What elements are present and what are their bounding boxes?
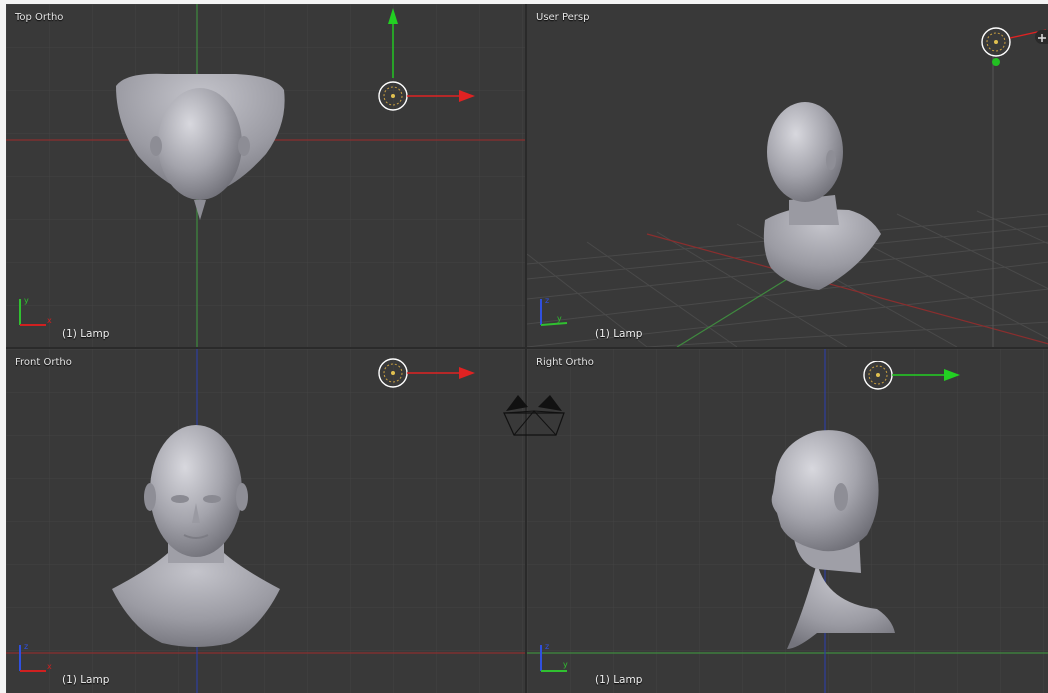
axis-gizmo: y x: [19, 296, 52, 326]
y-manipulator-arrow[interactable]: [385, 8, 401, 84]
head-mesh-front[interactable]: [110, 423, 282, 653]
viewport-right-ortho[interactable]: z y Right Ortho (1) Lamp: [527, 349, 1048, 693]
active-object-label: (1) Lamp: [62, 674, 110, 686]
viewport-title: Front Ortho: [15, 357, 72, 368]
camera-object[interactable]: [500, 389, 566, 439]
active-object-label: (1) Lamp: [595, 674, 643, 686]
svg-text:z: z: [545, 642, 549, 651]
viewport-title: Top Ortho: [15, 12, 64, 23]
lamp-manipulator[interactable]: [862, 360, 972, 401]
viewport-title: User Persp: [536, 12, 590, 23]
viewport-frame: y x Top Ortho (1) Lamp z y User Persp (1…: [6, 4, 1048, 693]
lamp-manipulator[interactable]: [377, 355, 487, 395]
viewport-front-ortho[interactable]: z x Front Ortho (1) Lamp: [6, 349, 525, 693]
viewport-title: Right Ortho: [536, 357, 594, 368]
viewport-splitter-horizontal[interactable]: [6, 347, 1048, 349]
head-mesh-side[interactable]: [757, 423, 907, 653]
active-object-label: (1) Lamp: [62, 328, 110, 340]
lamp-manipulator[interactable]: [377, 78, 487, 118]
svg-text:z: z: [545, 296, 549, 305]
head-mesh-top[interactable]: [106, 64, 296, 234]
viewport-user-persp[interactable]: z y User Persp (1) Lamp: [527, 4, 1048, 347]
active-object-label: (1) Lamp: [595, 328, 643, 340]
svg-text:y: y: [24, 296, 29, 305]
svg-text:z: z: [24, 642, 28, 651]
viewport-top-ortho[interactable]: y x Top Ortho (1) Lamp: [6, 4, 525, 347]
axis-gizmo: z x: [19, 642, 52, 672]
svg-text:y: y: [557, 314, 562, 323]
add-region-icon[interactable]: [1035, 30, 1048, 44]
head-mesh-persp[interactable]: [759, 100, 889, 295]
svg-text:x: x: [47, 316, 52, 325]
axis-gizmo: z y: [540, 296, 568, 326]
svg-text:x: x: [47, 662, 52, 671]
svg-text:y: y: [563, 660, 568, 669]
axis-gizmo: z y: [540, 642, 568, 672]
